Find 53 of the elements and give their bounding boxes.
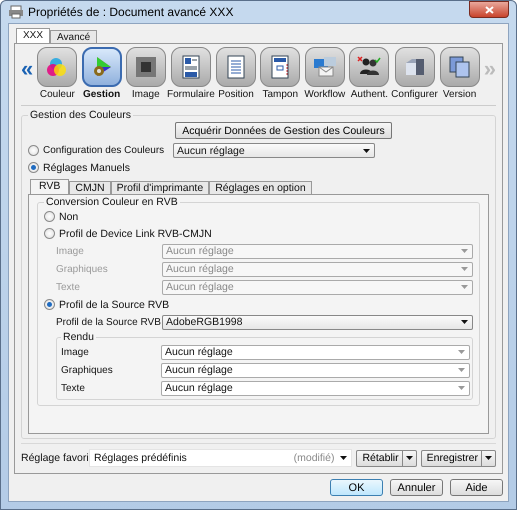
split-button[interactable]: Enregistrer: [420, 450, 496, 466]
caret-icon: [340, 456, 348, 460]
close-button[interactable]: [469, 1, 509, 18]
dropdown[interactable]: Aucun réglage: [161, 380, 470, 396]
group-title: Gestion des Couleurs: [29, 109, 132, 121]
tab[interactable]: XXX: [16, 28, 50, 43]
tab[interactable]: CMJN: [69, 181, 111, 194]
dropdown[interactable]: Aucun réglage: [161, 344, 470, 360]
field-label: Graphiques: [61, 364, 114, 376]
radio-label: Non: [59, 210, 78, 222]
caret-icon: [458, 386, 465, 390]
field-label: Graphiques: [56, 264, 109, 274]
field-label: Profil de la Source RVB: [56, 316, 162, 328]
acquire-button[interactable]: Acquérir Données de Gestion des Couleurs: [175, 122, 392, 139]
dropdown[interactable]: Aucun réglage: [173, 143, 375, 158]
tab[interactable]: Profil d'imprimante: [110, 181, 210, 194]
radio-button[interactable]: [44, 211, 55, 222]
field-label: Texte: [56, 282, 81, 292]
dropdown[interactable]: Aucun réglage: [161, 362, 470, 378]
dropdown[interactable]: AdobeRGB1998: [162, 314, 473, 330]
split-button[interactable]: Rétablir: [356, 450, 417, 466]
caret-icon: [461, 249, 468, 253]
radio-button[interactable]: [44, 299, 55, 310]
radio-label: Profil de la Source RVB: [59, 298, 170, 310]
radio-label: Configuration des Couleurs: [43, 145, 166, 156]
caret-icon: [406, 456, 413, 460]
close-icon: [484, 6, 494, 14]
radio-button[interactable]: [28, 162, 39, 173]
favorite-dropdown[interactable]: Réglages prédéfinis (modifié): [89, 449, 352, 467]
caret-icon: [461, 285, 468, 289]
radio-label: Réglages Manuels: [43, 162, 130, 174]
field-label: Image: [61, 346, 90, 358]
caret-icon: [363, 148, 370, 152]
dialog-button[interactable]: Annuler: [390, 479, 443, 496]
radio-label: Profil de Device Link RVB-CMJN: [59, 228, 212, 240]
dialog-button[interactable]: Aide: [450, 479, 503, 496]
field-label: Texte: [61, 382, 86, 394]
group-title: Rendu: [62, 331, 95, 343]
caret-icon: [485, 456, 492, 460]
tab[interactable]: Avancé: [50, 30, 98, 43]
caret-icon: [458, 350, 465, 354]
field-label: Image: [56, 246, 85, 256]
window-title: Propriétés de : Document avancé XXX: [28, 5, 234, 19]
caret-icon: [458, 368, 465, 372]
dialog-button[interactable]: OK: [330, 479, 383, 496]
caret-icon: [461, 320, 468, 324]
tab[interactable]: Réglages en option: [209, 181, 312, 194]
group-title: Conversion Couleur en RVB: [45, 196, 179, 208]
radio-button[interactable]: [28, 145, 39, 156]
scroll-left-button[interactable]: «: [21, 59, 34, 79]
tab[interactable]: RVB: [30, 179, 70, 194]
caret-icon: [461, 267, 468, 271]
radio-button[interactable]: [44, 228, 55, 239]
